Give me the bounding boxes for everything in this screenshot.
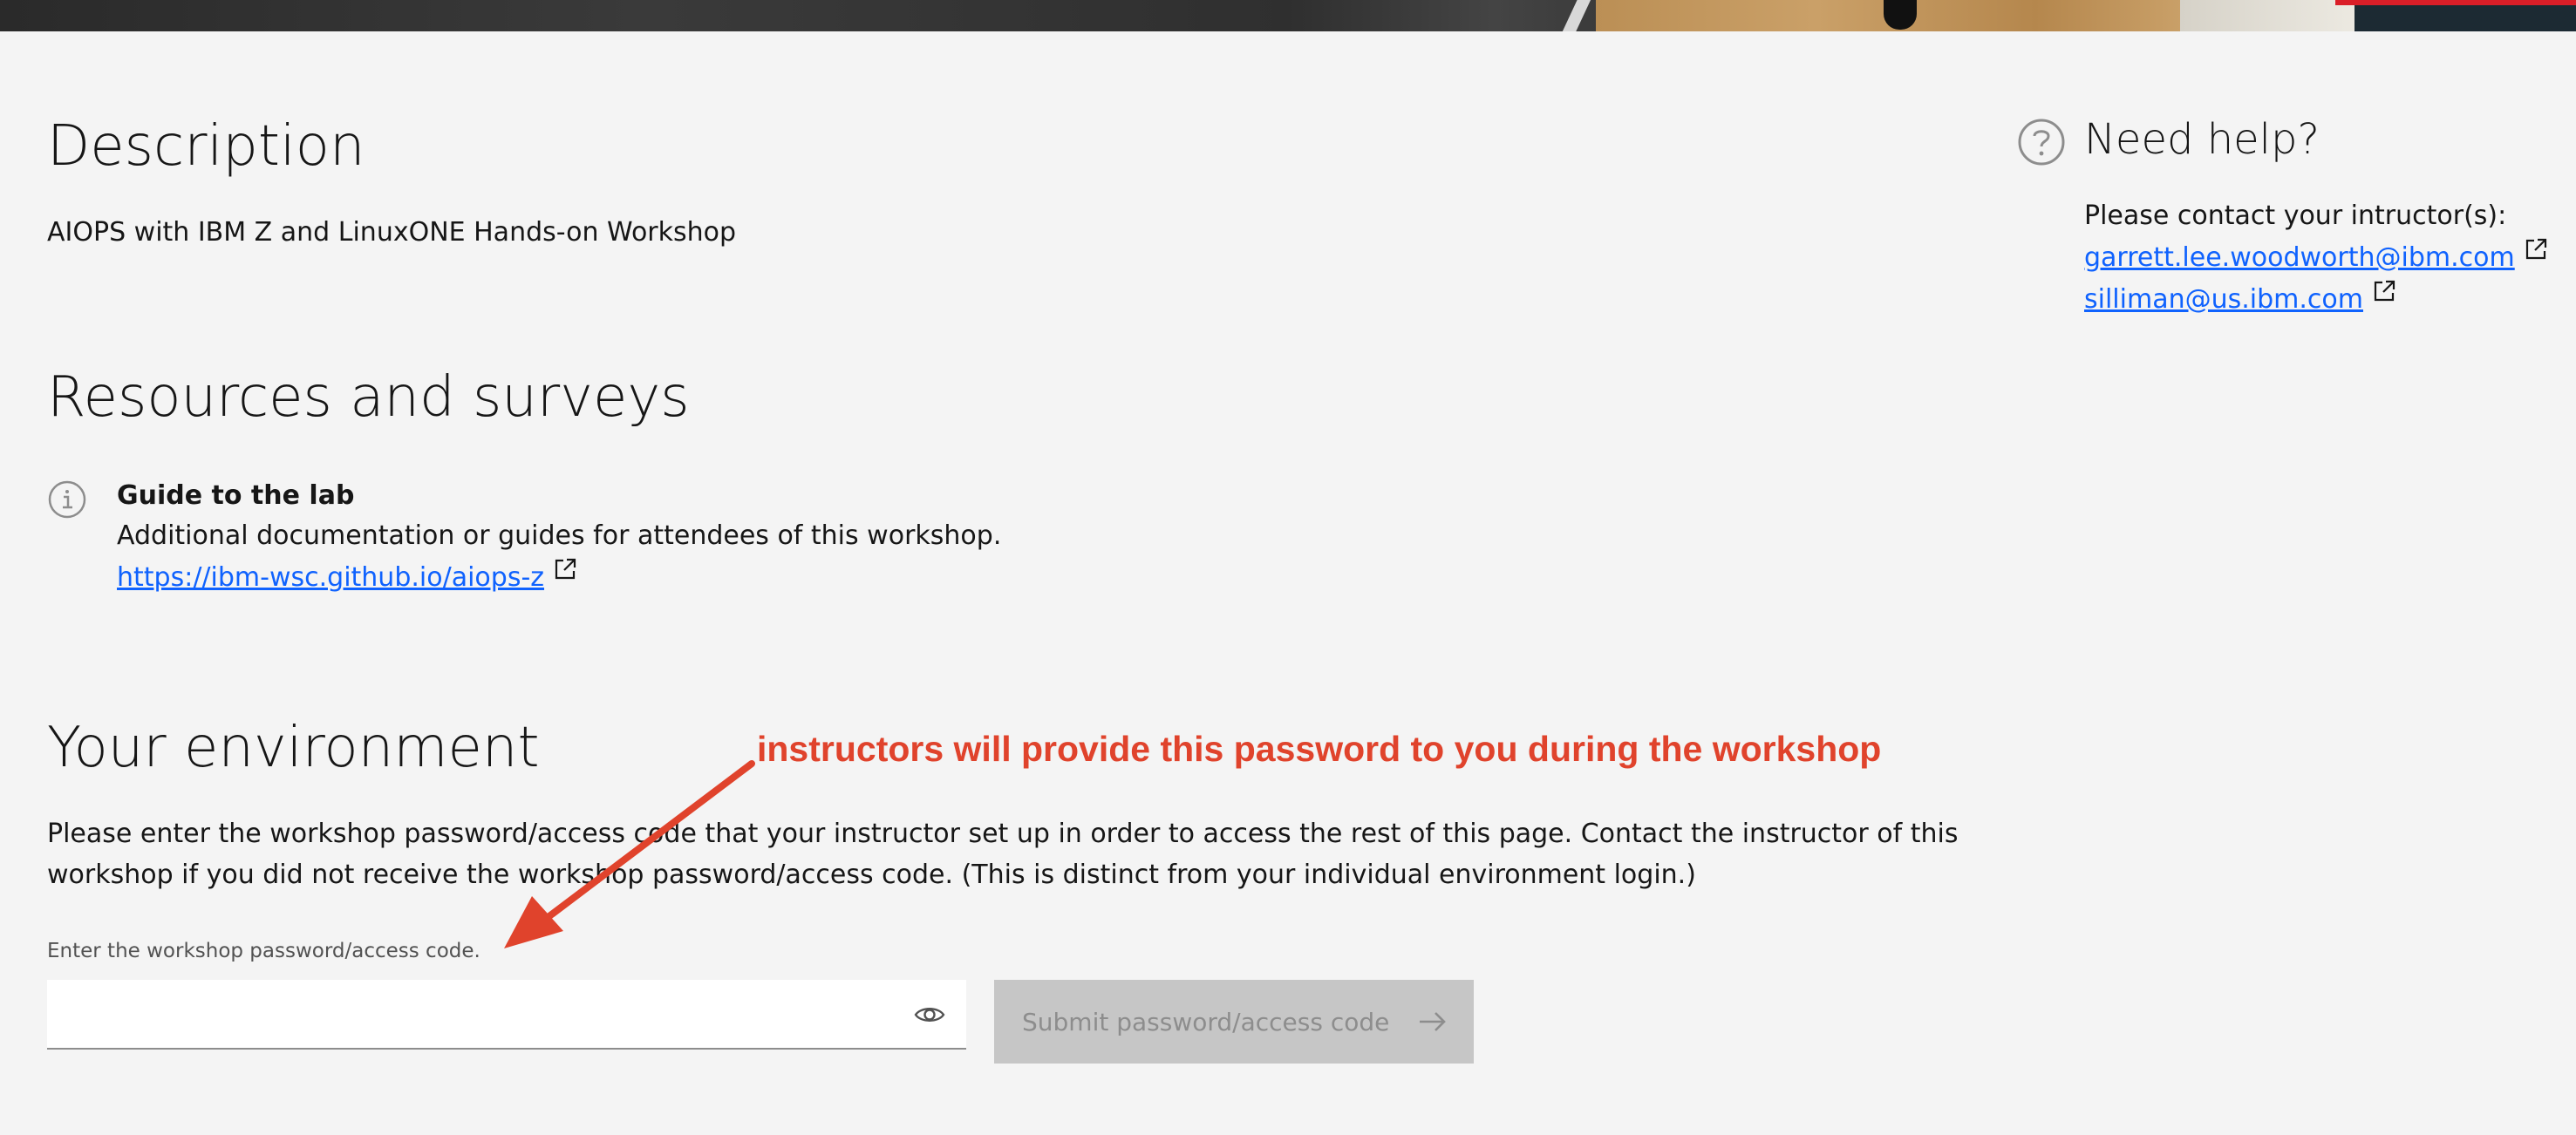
resource-description: Additional documentation or guides for a…: [117, 520, 1002, 551]
annotation-arrow-icon: [504, 760, 755, 948]
password-field: [47, 980, 966, 1050]
annotation-text: instructors will provide this password t…: [757, 729, 1882, 769]
info-icon: [48, 480, 86, 519]
external-link-icon[interactable]: [553, 557, 577, 581]
resources-heading: Resources and surveys: [47, 365, 690, 430]
resource-link[interactable]: https://ibm-wsc.github.io/aiops-z: [117, 562, 544, 593]
help-question-icon: [2018, 119, 2065, 166]
help-contacts: Please contact your intructor(s): garret…: [2084, 195, 2573, 321]
environment-heading: Your environment: [47, 716, 540, 780]
description-heading: Description: [47, 114, 365, 179]
external-link-icon[interactable]: [2524, 237, 2548, 262]
arrow-right-icon: [1420, 1012, 1446, 1031]
password-field-label: Enter the workshop password/access code.: [47, 940, 480, 962]
contact-email-link[interactable]: silliman@us.ibm.com: [2084, 284, 2363, 315]
accent-bar: [2335, 0, 2576, 5]
page: Description AIOPS with IBM Z and LinuxON…: [0, 0, 2576, 1135]
description-text: AIOPS with IBM Z and LinuxONE Hands-on W…: [47, 217, 737, 248]
help-heading: Need help?: [2084, 115, 2320, 164]
submit-button-label: Submit password/access code: [1022, 1007, 1390, 1036]
password-input[interactable]: [47, 980, 966, 1048]
contact-email-link[interactable]: garrett.lee.woodworth@ibm.com: [2084, 242, 2515, 273]
submit-password-button[interactable]: Submit password/access code: [994, 980, 1474, 1064]
external-link-icon[interactable]: [2372, 279, 2396, 303]
show-password-icon[interactable]: [912, 997, 947, 1032]
environment-instructions: Please enter the workshop password/acces…: [47, 819, 1959, 890]
resource-name: Guide to the lab: [117, 480, 355, 511]
help-contact-text: Please contact your intructor(s):: [2084, 200, 2507, 231]
hero-banner-image: [0, 0, 2576, 31]
